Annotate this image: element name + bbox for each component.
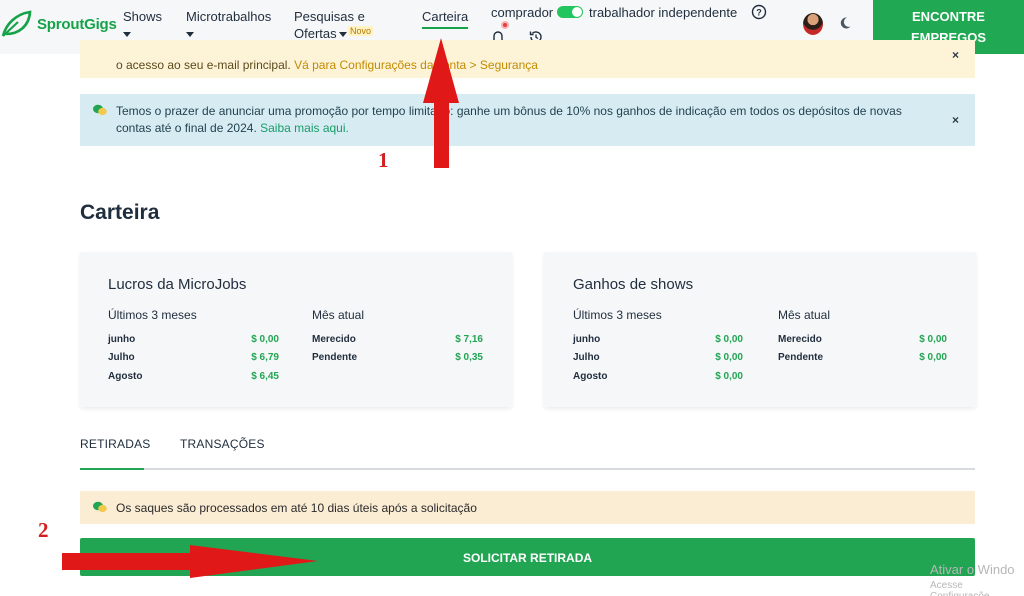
annotation-number-1: 1	[378, 148, 389, 172]
annotation-number-2: 2	[38, 518, 49, 542]
right-arrow-annotation	[62, 545, 318, 578]
windows-activation-watermark: Ativar o Windo	[930, 562, 1015, 577]
annotation-arrows	[62, 38, 459, 578]
windows-activation-subtext: Acesse Configuraçõe	[930, 580, 989, 596]
up-arrow-annotation	[423, 38, 459, 168]
